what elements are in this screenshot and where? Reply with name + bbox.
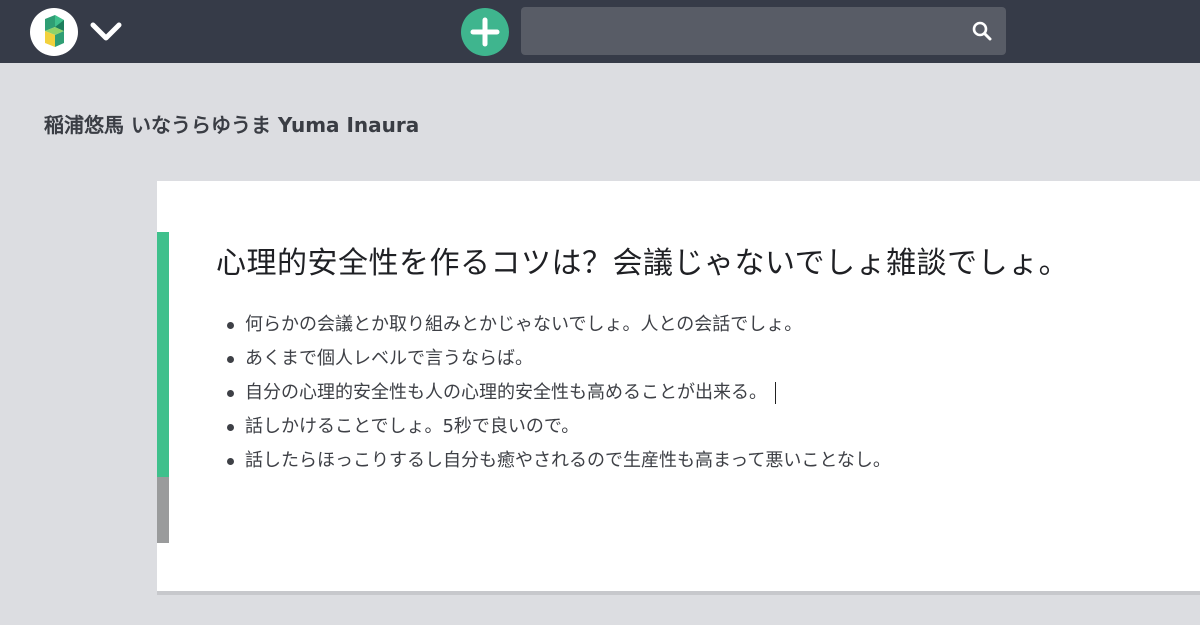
search-icon[interactable] <box>972 21 992 41</box>
card-accent-bar-secondary <box>157 477 169 543</box>
page-title: 稲浦悠馬 いなうらゆうま Yuma Inaura <box>44 113 420 137</box>
bullet-text: 自分の心理的安全性も人の心理的安全性も高めることが出来る。 <box>245 382 767 403</box>
search-input[interactable] <box>521 7 961 55</box>
card-accent-bar <box>157 232 169 477</box>
add-button[interactable] <box>461 8 509 56</box>
bullet-icon <box>227 424 234 431</box>
search-bar <box>521 7 1006 55</box>
list-item[interactable]: 話したらほっこりするし自分も癒やされるので生産性も高まって悪いことなし。 <box>223 444 891 478</box>
list-item[interactable]: 何らかの会議とか取り組みとかじゃないでしょ。人との会話でしょ。 <box>223 308 891 342</box>
list-item[interactable]: あくまで個人レベルで言うならば。 <box>223 342 891 376</box>
bullet-text: 何らかの会議とか取り組みとかじゃないでしょ。人との会話でしょ。 <box>245 314 803 335</box>
list-item[interactable]: 自分の心理的安全性も人の心理的安全性も高めることが出来る。 <box>223 376 891 410</box>
note-card: 心理的安全性を作るコツは？会議じゃないでしょ雑談でしょ。 何らかの会議とか取り組… <box>157 181 1200 595</box>
note-title[interactable]: 心理的安全性を作るコツは？会議じゃないでしょ雑談でしょ。 <box>216 238 1069 282</box>
bullet-icon <box>227 356 234 363</box>
text-cursor <box>775 382 776 404</box>
app-logo-icon[interactable] <box>30 8 78 56</box>
chevron-down-icon[interactable] <box>88 16 124 48</box>
top-navigation-bar <box>0 0 1200 63</box>
bullet-icon <box>227 322 234 329</box>
plus-icon <box>470 17 500 47</box>
bullet-icon <box>227 458 234 465</box>
list-item[interactable]: 話しかけることでしょ。5秒で良いので。 <box>223 410 891 444</box>
bullet-text: 話したらほっこりするし自分も癒やされるので生産性も高まって悪いことなし。 <box>245 450 891 471</box>
bullet-text: あくまで個人レベルで言うならば。 <box>245 348 533 369</box>
bullet-text: 話しかけることでしょ。5秒で良いので。 <box>245 416 580 437</box>
note-bullet-list: 何らかの会議とか取り組みとかじゃないでしょ。人との会話でしょ。 あくまで個人レベ… <box>223 308 891 478</box>
bullet-icon <box>227 390 234 397</box>
